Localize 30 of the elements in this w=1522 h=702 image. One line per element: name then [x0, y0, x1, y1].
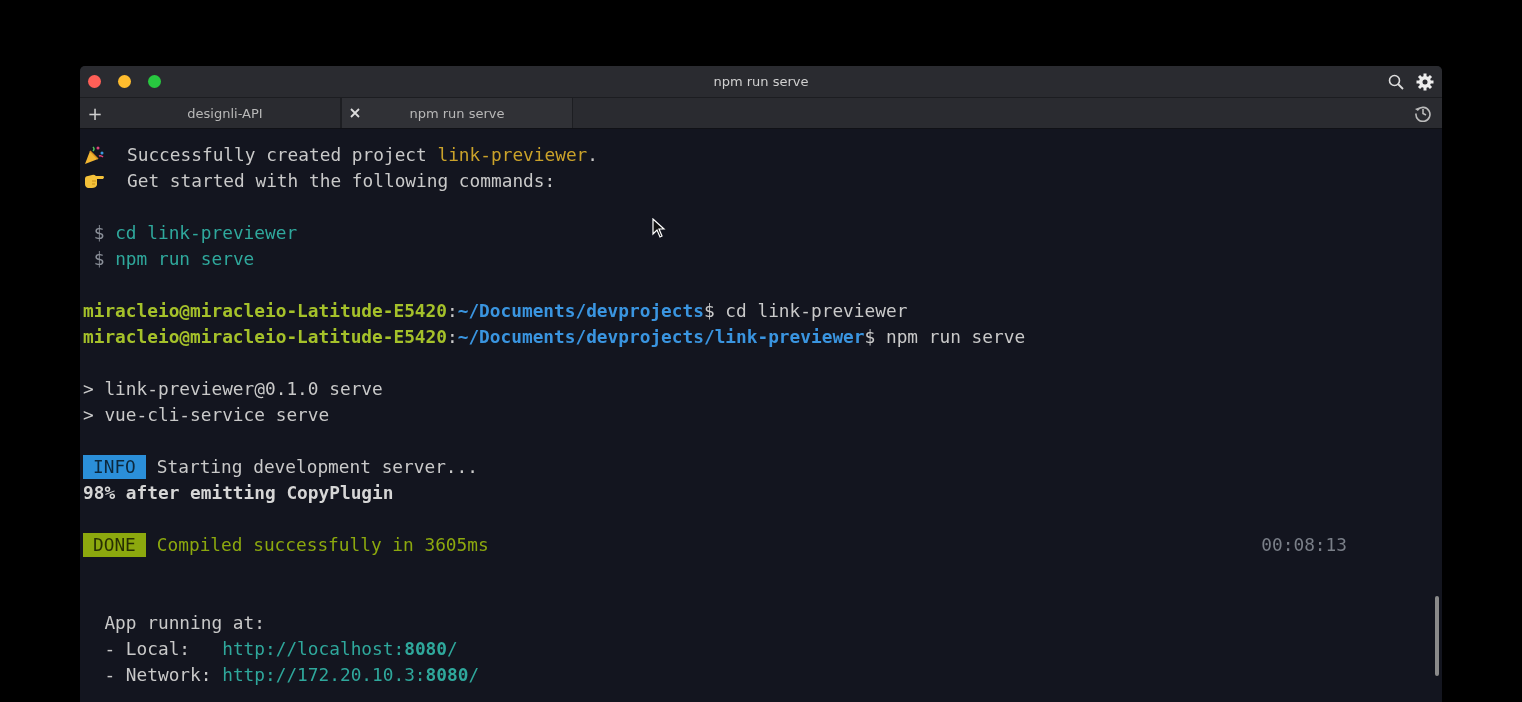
terminal-line: Get started with the following commands: [127, 169, 556, 193]
terminal-line: miracleio@miracleio-Latitude-E5420:~/Documents/devprojects/link-previewer$ npm run serve [83, 325, 1026, 349]
terminal-line: 98% after emitting CopyPlugin [83, 481, 394, 505]
terminal-line: > vue-cli-service serve [83, 403, 330, 427]
zoom-button[interactable] [148, 75, 161, 88]
terminal-line: - Network: http://172.20.10.3:8080/ [103, 663, 480, 687]
terminal-line: miracleio@miracleio-Latitude-E5420:~/Documents/devprojects$ cd link-previewer [83, 299, 908, 323]
terminal-line: Compiled successfully in 3605ms [156, 533, 489, 557]
terminal-line: $ npm run serve [92, 247, 255, 271]
mouse-pointer-icon [652, 218, 666, 238]
settings-icon[interactable] [1416, 72, 1434, 91]
new-tab-button[interactable]: + [80, 98, 110, 128]
minimize-button[interactable] [118, 75, 131, 88]
tab[interactable]: npm run serve [341, 98, 573, 128]
scrollbar[interactable] [1435, 596, 1439, 676]
terminal-line: - Local: http://localhost:8080/ [103, 637, 458, 661]
terminal-line: $ cd link-previewer [92, 221, 298, 245]
status-badge: INFO [83, 455, 146, 479]
history-icon[interactable] [1414, 104, 1432, 122]
search-icon[interactable] [1388, 73, 1404, 90]
terminal-line: App running at: [103, 611, 265, 635]
terminal-line: > link-previewer@0.1.0 serve [83, 377, 383, 401]
close-button[interactable] [88, 75, 101, 88]
terminal-line: Starting development server... [156, 455, 478, 479]
party-popper-icon [83, 144, 105, 166]
elapsed-time: 00:08:13 [1261, 533, 1347, 557]
window-title: npm run serve [713, 74, 809, 89]
close-tab-icon[interactable] [350, 108, 360, 118]
status-badge: DONE [83, 533, 146, 557]
terminal-line: Successfully created project link-previewer. [127, 143, 599, 167]
